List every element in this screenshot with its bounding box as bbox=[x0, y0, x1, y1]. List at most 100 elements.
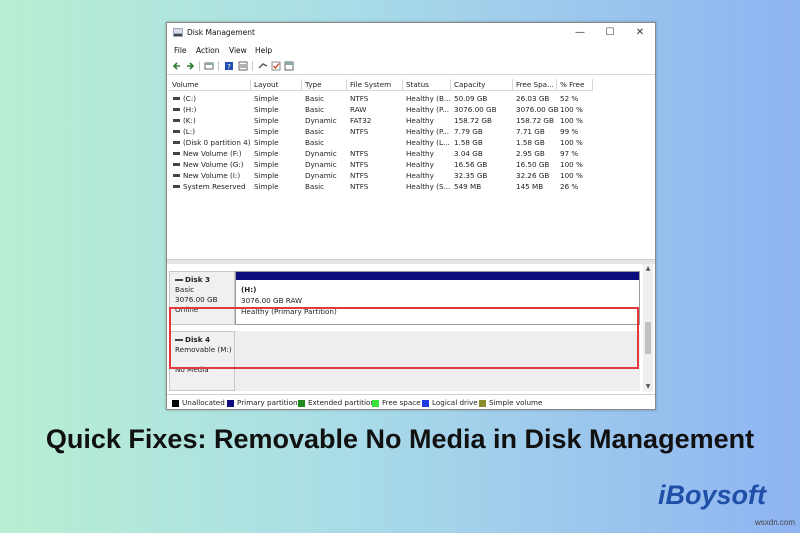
legend-extended-partition: Extended partition bbox=[298, 398, 375, 408]
free-space-cell: 3076.00 GB bbox=[516, 105, 559, 114]
percent-free-cell: 99 % bbox=[560, 127, 579, 136]
layout-cell: Simple bbox=[254, 116, 279, 125]
scroll-down-icon[interactable]: ▼ bbox=[643, 382, 653, 392]
back-icon[interactable] bbox=[172, 61, 182, 71]
filesystem-cell: NTFS bbox=[350, 160, 369, 169]
column-header[interactable]: Layout bbox=[251, 79, 302, 91]
maximize-button[interactable]: ☐ bbox=[595, 25, 625, 41]
disk-3-name: Disk 3 bbox=[175, 275, 234, 285]
column-header[interactable]: Volume bbox=[169, 79, 251, 91]
free-space-cell: 7.71 GB bbox=[516, 127, 545, 136]
status-cell: Healthy (P... bbox=[406, 105, 450, 114]
legend-swatch bbox=[227, 399, 234, 407]
capacity-cell: 549 MB bbox=[454, 182, 482, 191]
filesystem-cell: FAT32 bbox=[350, 116, 372, 125]
toolbar: ? bbox=[167, 58, 655, 75]
table-row[interactable]: New Volume (I:) Simple Dynamic NTFS Heal… bbox=[169, 170, 653, 181]
percent-free-cell: 52 % bbox=[560, 94, 579, 103]
percent-free-cell: 100 % bbox=[560, 171, 583, 180]
legend-primary-partition: Primary partition bbox=[227, 398, 298, 408]
status-cell: Healthy (L... bbox=[406, 138, 450, 147]
percent-free-cell: 100 % bbox=[560, 160, 583, 169]
filesystem-cell: NTFS bbox=[350, 171, 369, 180]
capacity-cell: 3.04 GB bbox=[454, 149, 483, 158]
partition-name: (H:) bbox=[241, 285, 257, 294]
free-space-cell: 145 MB bbox=[516, 182, 544, 191]
type-cell: Dynamic bbox=[305, 160, 337, 169]
type-cell: Dynamic bbox=[305, 171, 337, 180]
toolbar-separator bbox=[252, 61, 253, 71]
layout-cell: Simple bbox=[254, 149, 279, 158]
close-button[interactable]: ✕ bbox=[625, 25, 655, 41]
free-space-cell: 26.03 GB bbox=[516, 94, 550, 103]
scroll-thumb[interactable] bbox=[645, 322, 651, 354]
legend-swatch bbox=[479, 399, 486, 407]
table-row[interactable]: (H:) Simple Basic RAW Healthy (P... 3076… bbox=[169, 104, 653, 115]
table-row[interactable]: (C:) Simple Basic NTFS Healthy (B... 50.… bbox=[169, 93, 653, 104]
drive-icon bbox=[173, 185, 180, 188]
column-header[interactable]: Capacity bbox=[451, 79, 513, 91]
layout-cell: Simple bbox=[254, 94, 279, 103]
brand-name: iBoysoft bbox=[658, 480, 766, 510]
percent-free-cell: 100 % bbox=[560, 105, 583, 114]
percent-free-cell: 100 % bbox=[560, 116, 583, 125]
forward-icon[interactable] bbox=[185, 61, 195, 71]
filesystem-cell: NTFS bbox=[350, 149, 369, 158]
menu-action[interactable]: Action bbox=[196, 46, 220, 55]
column-header[interactable]: Type bbox=[302, 79, 347, 91]
type-cell: Basic bbox=[305, 94, 325, 103]
drive-icon bbox=[173, 163, 180, 166]
column-header[interactable]: Status bbox=[403, 79, 451, 91]
menu-view[interactable]: View bbox=[229, 46, 247, 55]
check-icon[interactable] bbox=[271, 61, 281, 71]
legend-swatch bbox=[372, 399, 379, 407]
free-space-cell: 2.95 GB bbox=[516, 149, 545, 158]
disk-map-scrollbar[interactable]: ▲ ▼ bbox=[643, 264, 653, 392]
type-cell: Basic bbox=[305, 127, 325, 136]
help-icon[interactable]: ? bbox=[224, 61, 234, 71]
volume-cell: (H:) bbox=[183, 105, 197, 114]
table-row[interactable]: (K:) Simple Dynamic FAT32 Healthy 158.72… bbox=[169, 115, 653, 126]
legend-logical-drive: Logical drive bbox=[422, 398, 478, 408]
type-cell: Dynamic bbox=[305, 149, 337, 158]
menu-help[interactable]: Help bbox=[255, 46, 272, 55]
scroll-up-icon[interactable]: ▲ bbox=[643, 264, 653, 274]
status-cell: Healthy bbox=[406, 160, 434, 169]
table-row[interactable]: System Reserved Simple Basic NTFS Health… bbox=[169, 181, 653, 192]
watermark: wsxdn.com bbox=[755, 518, 796, 527]
column-header[interactable]: % Free bbox=[557, 79, 593, 91]
disk-management-app-icon bbox=[173, 28, 183, 37]
brand-logo: iBoysoft bbox=[650, 480, 780, 510]
disk-4-highlight-box bbox=[169, 307, 639, 369]
capacity-cell: 32.35 GB bbox=[454, 171, 488, 180]
window-title: Disk Management bbox=[187, 28, 255, 37]
capacity-cell: 3076.00 GB bbox=[454, 105, 497, 114]
status-cell: Healthy (B... bbox=[406, 94, 451, 103]
minimize-button[interactable]: — bbox=[565, 25, 595, 41]
partition-detail: 3076.00 GB RAW bbox=[241, 296, 303, 305]
title-bar[interactable]: Disk Management — ☐ ✕ bbox=[167, 23, 655, 43]
capacity-cell: 50.09 GB bbox=[454, 94, 488, 103]
table-row[interactable]: New Volume (F:) Simple Dynamic NTFS Heal… bbox=[169, 148, 653, 159]
column-header[interactable]: File System bbox=[347, 79, 403, 91]
column-header[interactable]: Free Spa... bbox=[513, 79, 557, 91]
capacity-cell: 1.58 GB bbox=[454, 138, 483, 147]
connect-icon[interactable] bbox=[258, 61, 268, 71]
disk-icon bbox=[175, 279, 183, 281]
table-row[interactable]: (Disk 0 partition 4) Simple Basic Health… bbox=[169, 137, 653, 148]
drive-icon bbox=[173, 141, 180, 144]
status-cell: Healthy (S... bbox=[406, 182, 451, 191]
view-icon[interactable] bbox=[284, 61, 294, 71]
free-space-cell: 158.72 GB bbox=[516, 116, 554, 125]
menu-file[interactable]: File bbox=[174, 46, 187, 55]
volume-cell: (L:) bbox=[183, 127, 196, 136]
drive-icon bbox=[173, 152, 180, 155]
properties-icon[interactable] bbox=[204, 61, 214, 71]
volume-cell: New Volume (F:) bbox=[183, 149, 242, 158]
primary-partition-bar bbox=[236, 272, 639, 280]
type-cell: Basic bbox=[305, 138, 325, 147]
layout-cell: Simple bbox=[254, 138, 279, 147]
table-row[interactable]: New Volume (G:) Simple Dynamic NTFS Heal… bbox=[169, 159, 653, 170]
table-row[interactable]: (L:) Simple Basic NTFS Healthy (P... 7.7… bbox=[169, 126, 653, 137]
list-icon[interactable] bbox=[238, 61, 248, 71]
